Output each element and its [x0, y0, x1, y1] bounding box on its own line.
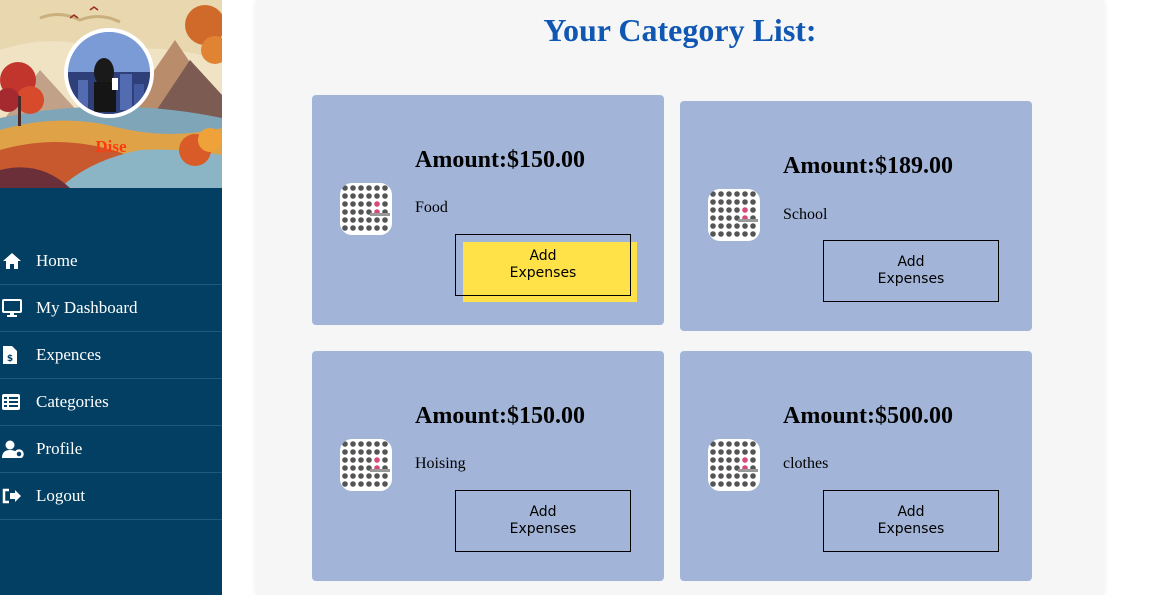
sidebar: Dise Home My Dashboard $ Expences Catego… — [0, 0, 222, 595]
logout-icon — [0, 473, 36, 520]
sidebar-item-home[interactable]: Home — [0, 238, 222, 285]
add-expenses-button[interactable]: Add Expenses — [823, 240, 999, 302]
category-card: Amount:$500.00 clothes Add Expenses — [680, 351, 1032, 581]
add-expenses-button[interactable]: Add Expenses — [455, 234, 631, 296]
profile-banner: Dise — [0, 0, 222, 188]
monitor-icon — [0, 285, 36, 332]
category-icon — [708, 189, 760, 241]
sidebar-nav: Home My Dashboard $ Expences Categories … — [0, 238, 222, 520]
user-gear-icon — [0, 426, 36, 473]
button-label: Add Expenses — [877, 254, 945, 287]
sidebar-item-expences[interactable]: $ Expences — [0, 332, 222, 379]
sidebar-item-profile[interactable]: Profile — [0, 426, 222, 473]
sidebar-item-dashboard[interactable]: My Dashboard — [0, 285, 222, 332]
category-name: School — [783, 206, 828, 223]
sidebar-item-label: Expences — [36, 345, 102, 364]
sidebar-item-categories[interactable]: Categories — [0, 379, 222, 426]
button-label: Add Expenses — [509, 504, 577, 537]
category-icon — [340, 439, 392, 491]
sidebar-item-label: Categories — [36, 392, 109, 411]
avatar-image — [68, 32, 150, 114]
category-amount: Amount:$189.00 — [783, 153, 954, 179]
sidebar-item-label: Home — [36, 251, 78, 270]
category-name: Hoising — [415, 455, 466, 472]
svg-text:$: $ — [7, 354, 13, 364]
sidebar-item-label: My Dashboard — [36, 298, 138, 317]
category-card: Amount:$150.00 Food Add Expenses — [312, 95, 664, 325]
category-card: Amount:$150.00 Hoising Add Expenses — [312, 351, 664, 581]
category-name: clothes — [783, 455, 829, 472]
list-icon — [0, 379, 36, 426]
category-name: Food — [415, 199, 448, 216]
sidebar-item-label: Profile — [36, 439, 83, 458]
avatar[interactable] — [64, 28, 154, 118]
category-amount: Amount:$150.00 — [415, 147, 586, 173]
sidebar-item-logout[interactable]: Logout — [0, 473, 222, 520]
category-amount: Amount:$500.00 — [783, 403, 954, 429]
home-icon — [0, 238, 36, 285]
username: Dise — [95, 137, 127, 156]
add-expenses-button[interactable]: Add Expenses — [823, 490, 999, 552]
category-card: Amount:$189.00 School Add Expenses — [680, 101, 1032, 331]
page-title: Your Category List: — [543, 12, 817, 48]
category-amount: Amount:$150.00 — [415, 403, 586, 429]
category-icon — [340, 183, 392, 235]
main-panel: Your Category List: Amount:$150.00 Food … — [256, 0, 1104, 595]
button-label: Add Expenses — [877, 504, 945, 537]
sidebar-item-label: Logout — [36, 486, 86, 505]
add-expenses-button[interactable]: Add Expenses — [455, 490, 631, 552]
invoice-icon: $ — [0, 332, 36, 379]
button-label: Add Expenses — [509, 248, 577, 281]
category-icon — [708, 439, 760, 491]
